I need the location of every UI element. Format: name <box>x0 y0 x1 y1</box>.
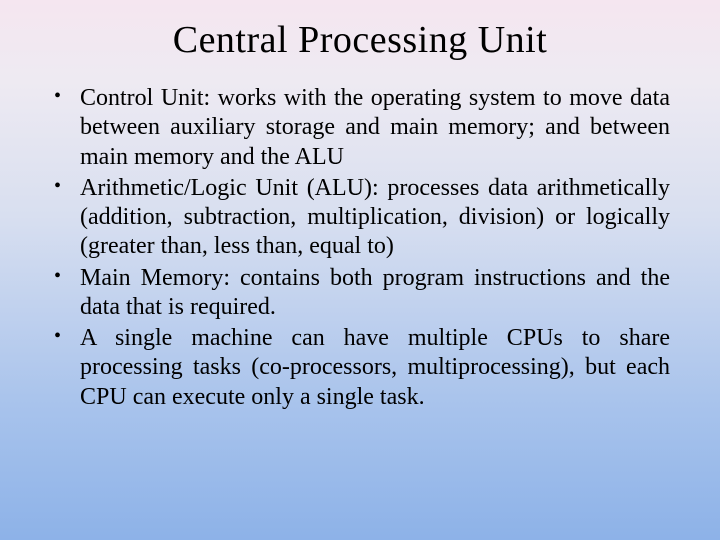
bullet-list: Control Unit: works with the operating s… <box>40 84 680 412</box>
page-title: Central Processing Unit <box>40 18 680 62</box>
list-item: Main Memory: contains both program instr… <box>50 264 670 323</box>
list-item: Control Unit: works with the operating s… <box>50 84 670 172</box>
list-item: Arithmetic/Logic Unit (ALU): processes d… <box>50 174 670 262</box>
slide: Central Processing Unit Control Unit: wo… <box>0 0 720 540</box>
list-item: A single machine can have multiple CPUs … <box>50 324 670 412</box>
